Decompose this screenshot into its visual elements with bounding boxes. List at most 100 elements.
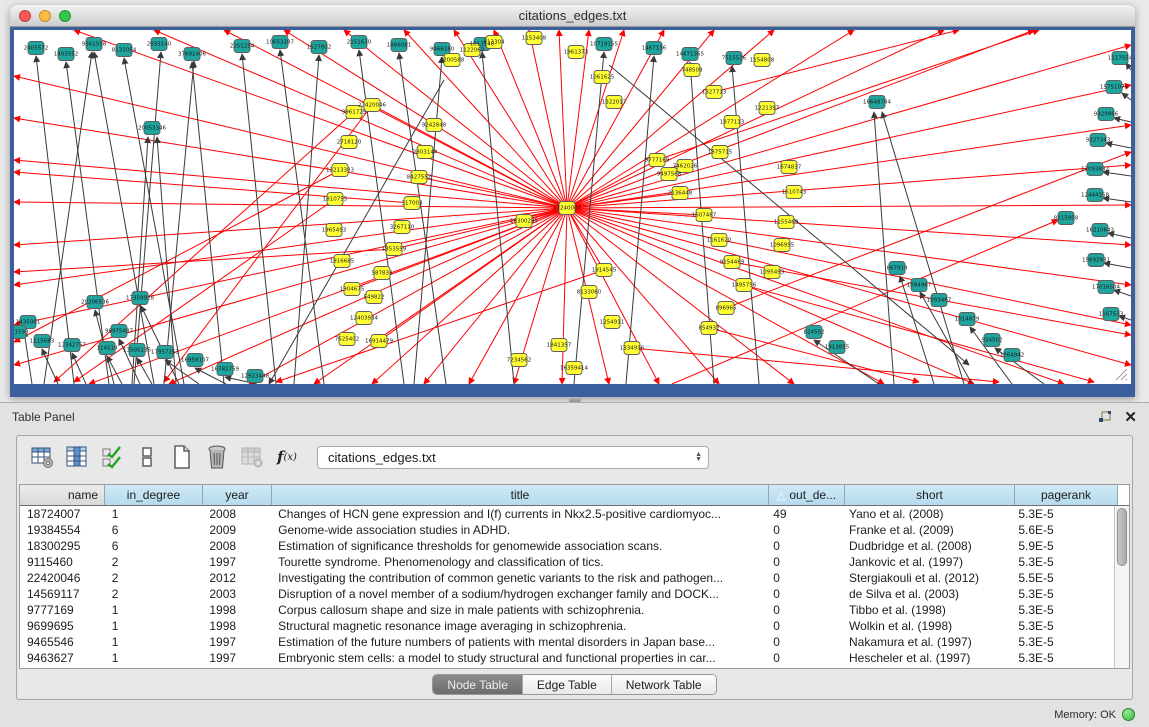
cell-outde[interactable]: 0 (766, 603, 842, 617)
cell-outde[interactable]: 0 (766, 571, 842, 585)
cell-pagerank[interactable]: 5.3E-5 (1011, 635, 1114, 649)
column-header-year[interactable]: year (203, 485, 272, 505)
cell-indegree[interactable]: 1 (105, 603, 203, 617)
graph-edge[interactable] (14, 202, 567, 208)
cell-pagerank[interactable]: 5.9E-5 (1011, 539, 1114, 553)
table-row[interactable]: 1456911722003Disruption of a novel membe… (20, 586, 1114, 602)
graph-edge[interactable] (372, 208, 567, 384)
tab-edge-table[interactable]: Edge Table (523, 675, 612, 694)
cell-outde[interactable]: 49 (766, 507, 842, 521)
row-height-icon[interactable] (134, 444, 160, 470)
cell-year[interactable]: 1997 (202, 555, 271, 569)
network-canvas[interactable]: 2405572140355293615588131054269314037691… (14, 30, 1131, 384)
show-columns-icon[interactable] (64, 444, 90, 470)
cell-title[interactable]: Structural magnetic resonance image aver… (271, 619, 766, 633)
cell-name[interactable]: 9699695 (20, 619, 105, 633)
cell-indegree[interactable]: 1 (105, 651, 203, 665)
cell-indegree[interactable]: 2 (105, 555, 203, 569)
graph-edge[interactable] (562, 208, 567, 384)
cell-year[interactable]: 1998 (202, 603, 271, 617)
cell-pagerank[interactable]: 5.5E-5 (1011, 571, 1114, 585)
cell-title[interactable]: Genome-wide association studies in ADHD. (271, 523, 766, 537)
graph-edge[interactable] (1104, 263, 1131, 268)
cell-short[interactable]: Jankovic et al. (1997) (842, 555, 1011, 569)
graph-edge[interactable] (107, 356, 122, 384)
cell-name[interactable]: 18300295 (20, 539, 105, 553)
cell-short[interactable]: Nakamura et al. (1997) (842, 635, 1011, 649)
cell-year[interactable]: 2003 (202, 587, 271, 601)
tab-network-table[interactable]: Network Table (612, 675, 716, 694)
graph-edge[interactable] (567, 85, 1131, 208)
graph-edge[interactable] (567, 205, 1131, 208)
cell-pagerank[interactable]: 5.3E-5 (1011, 555, 1114, 569)
cell-short[interactable]: Dudbridge et al. (2008) (842, 539, 1011, 553)
graph-edge[interactable] (14, 160, 567, 208)
table-row[interactable]: 1830029562008Estimation of significance … (20, 538, 1114, 554)
graph-edge[interactable] (732, 66, 759, 384)
graph-edge[interactable] (1114, 290, 1131, 296)
cell-name[interactable]: 9463627 (20, 651, 105, 665)
cell-title[interactable]: Embryonic stem cells: a model to study s… (271, 651, 766, 665)
graph-edge[interactable] (414, 57, 442, 384)
vertical-scrollbar[interactable] (1114, 506, 1129, 668)
graph-edge[interactable] (882, 112, 964, 384)
graph-edge[interactable] (609, 65, 969, 365)
table-row[interactable]: 1872400712008Changes of HCN gene express… (20, 506, 1114, 522)
cell-short[interactable]: de Silva et al. (2003) (842, 587, 1011, 601)
cell-pagerank[interactable]: 5.3E-5 (1011, 603, 1114, 617)
cell-pagerank[interactable]: 5.6E-5 (1011, 523, 1114, 537)
graph-edge[interactable] (1103, 198, 1131, 202)
cell-name[interactable]: 19384554 (20, 523, 105, 537)
cell-name[interactable]: 9115460 (20, 555, 105, 569)
cell-pagerank[interactable]: 5.3E-5 (1011, 651, 1114, 665)
graph-edge[interactable] (14, 208, 567, 365)
table-selector-dropdown[interactable]: citations_edges.txt ▲▼ (317, 446, 709, 469)
cell-outde[interactable]: 0 (766, 619, 842, 633)
select-all-icon[interactable] (99, 444, 125, 470)
cell-indegree[interactable]: 6 (105, 539, 203, 553)
graph-edge[interactable] (1114, 118, 1131, 122)
cell-outde[interactable]: 0 (766, 555, 842, 569)
cell-outde[interactable]: 0 (766, 539, 842, 553)
cell-title[interactable]: Changes of HCN gene expression and I(f) … (271, 507, 766, 521)
cell-year[interactable]: 1997 (202, 651, 271, 665)
column-header-indegree[interactable]: in_degree (105, 485, 203, 505)
column-header-name[interactable]: name (20, 485, 105, 505)
table-mode-icon[interactable] (29, 444, 55, 470)
cell-indegree[interactable]: 2 (105, 571, 203, 585)
cell-pagerank[interactable]: 5.3E-5 (1011, 587, 1114, 601)
cell-title[interactable]: Investigating the contribution of common… (271, 571, 766, 585)
table-row[interactable]: 2242004622012Investigating the contribut… (20, 570, 1114, 586)
cell-name[interactable]: 14569117 (20, 587, 105, 601)
cell-short[interactable]: Tibbo et al. (1998) (842, 603, 1011, 617)
cell-short[interactable]: Wolkin et al. (1998) (842, 619, 1011, 633)
tab-node-table[interactable]: Node Table (433, 675, 523, 694)
cell-outde[interactable]: 0 (766, 635, 842, 649)
cell-name[interactable]: 9465546 (20, 635, 105, 649)
delete-table-icon[interactable] (239, 444, 265, 470)
cell-outde[interactable]: 0 (766, 651, 842, 665)
cell-year[interactable]: 2008 (202, 539, 271, 553)
cell-title[interactable]: Estimation of the future numbers of pati… (271, 635, 766, 649)
graph-edge[interactable] (567, 208, 1131, 245)
cell-name[interactable]: 22420046 (20, 571, 105, 585)
graph-edge[interactable] (690, 62, 714, 384)
graph-edge[interactable] (574, 52, 604, 384)
cell-year[interactable]: 2009 (202, 523, 271, 537)
table-row[interactable]: 969969511998Structural magnetic resonanc… (20, 618, 1114, 634)
table-row[interactable]: 911546021997Tourette syndrome. Phenomeno… (20, 554, 1114, 570)
float-panel-icon[interactable] (1098, 411, 1112, 424)
cell-year[interactable]: 1997 (202, 635, 271, 649)
close-panel-icon[interactable]: ✕ (1124, 410, 1137, 425)
cell-indegree[interactable]: 2 (105, 587, 203, 601)
graph-edge[interactable] (164, 61, 194, 384)
resize-grip-icon[interactable] (1116, 369, 1127, 380)
function-builder-icon[interactable]: f(x) (274, 444, 300, 470)
graph-edge[interactable] (529, 30, 567, 208)
cell-title[interactable]: Corpus callosum shape and size in male p… (271, 603, 766, 617)
graph-edge[interactable] (72, 353, 86, 384)
graph-edge[interactable] (14, 208, 567, 285)
graph-edge[interactable] (134, 52, 161, 384)
cell-outde[interactable]: 0 (766, 523, 842, 537)
graph-edge[interactable] (1106, 143, 1131, 148)
